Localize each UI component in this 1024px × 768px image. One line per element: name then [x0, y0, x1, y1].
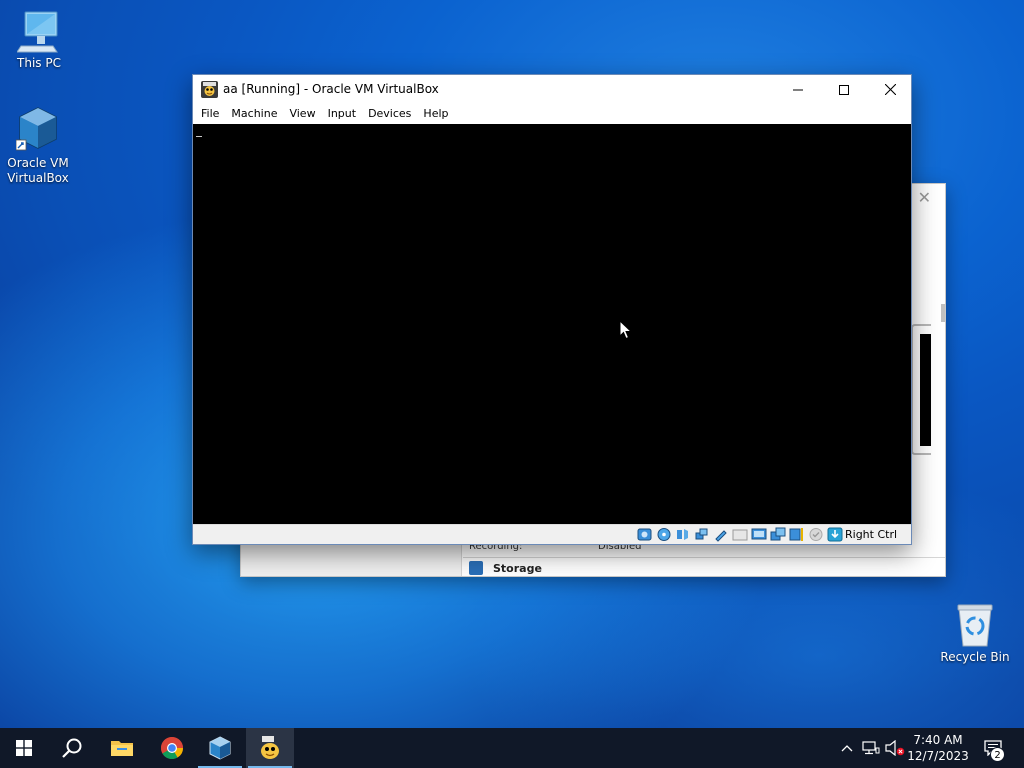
menu-input[interactable]: Input [322, 104, 362, 124]
shared-folders-icon[interactable] [732, 527, 748, 542]
desktop-icon-recycle-bin[interactable]: Recycle Bin [937, 602, 1013, 665]
chrome-button[interactable] [148, 728, 196, 768]
virtualbox-manager-button[interactable] [196, 728, 244, 768]
virtualbox-vm-icon [201, 81, 218, 98]
storage-label: Storage [493, 562, 542, 575]
network-icon [862, 741, 880, 755]
screen-capture-icon[interactable] [770, 527, 786, 542]
chrome-icon [161, 737, 183, 759]
virtualbox-vm-button[interactable] [246, 728, 294, 768]
volume-muted-icon [885, 740, 905, 756]
audio-icon[interactable] [675, 527, 691, 542]
computer-icon [17, 11, 58, 53]
virtualbox-manager-icon [209, 736, 231, 760]
desktop-icon-label: This PC [17, 56, 61, 70]
volume-tray-button[interactable] [884, 728, 906, 768]
clock-date: 12/7/2023 [907, 749, 969, 763]
text-cursor [196, 136, 202, 137]
close-icon [884, 84, 896, 95]
recording-icon[interactable] [789, 527, 805, 542]
desktop-icon-this-pc[interactable]: This PC [1, 10, 77, 71]
vm-window[interactable]: aa [Running] - Oracle VM VirtualBox File… [192, 74, 912, 545]
menu-machine[interactable]: Machine [225, 104, 283, 124]
display-icon[interactable] [751, 527, 767, 542]
network-tray-button[interactable] [860, 728, 882, 768]
scrollbar[interactable] [941, 304, 945, 322]
start-button[interactable] [0, 728, 48, 768]
chevron-up-icon [841, 745, 853, 752]
desktop-icon-label: Oracle VM VirtualBox [7, 156, 69, 185]
file-explorer-button[interactable] [98, 728, 146, 768]
minimize-button[interactable] [775, 75, 821, 104]
maximize-button[interactable] [821, 75, 867, 104]
desktop-icon-virtualbox[interactable]: Oracle VM VirtualBox [0, 106, 76, 186]
search-button[interactable] [48, 728, 96, 768]
search-icon [62, 738, 82, 758]
cpu-icon[interactable] [808, 527, 824, 542]
maximize-icon [839, 84, 849, 95]
network-icon[interactable] [694, 527, 710, 542]
recycle-bin-icon [957, 604, 993, 647]
notification-count-badge: 2 [990, 747, 1005, 762]
file-explorer-icon [111, 741, 133, 756]
show-hidden-icons-button[interactable] [838, 728, 856, 768]
virtualbox-vm-icon [261, 736, 279, 759]
storage-section-header[interactable]: Storage [463, 557, 945, 578]
status-bar: Right Ctrl [193, 524, 911, 544]
virtualbox-icon [16, 107, 57, 151]
minimize-icon [793, 89, 803, 90]
close-icon[interactable]: ✕ [918, 188, 931, 207]
storage-icon [469, 561, 483, 575]
menu-file[interactable]: File [195, 104, 225, 124]
usb-icon[interactable] [713, 527, 729, 542]
menu-devices[interactable]: Devices [362, 104, 417, 124]
mouse-pointer-icon [619, 320, 633, 340]
clock[interactable]: 7:40 AM 12/7/2023 [906, 732, 970, 764]
title-bar[interactable]: aa [Running] - Oracle VM VirtualBox [193, 75, 911, 104]
menu-view[interactable]: View [283, 104, 321, 124]
optical-drive-icon[interactable] [656, 527, 672, 542]
clock-time: 7:40 AM [913, 733, 963, 747]
window-title: aa [Running] - Oracle VM VirtualBox [223, 82, 439, 96]
preview-screen [920, 334, 931, 446]
host-key-label: Right Ctrl [845, 528, 898, 541]
mouse-integration-icon[interactable] [827, 527, 843, 542]
taskbar: 7:40 AM 12/7/2023 [0, 728, 1024, 768]
close-button[interactable] [867, 75, 913, 104]
menu-bar: File Machine View Input Devices Help [193, 104, 911, 124]
start-icon [16, 740, 32, 756]
hard-disk-icon[interactable] [637, 527, 653, 542]
vm-display[interactable] [193, 124, 911, 524]
menu-help[interactable]: Help [417, 104, 454, 124]
desktop-icon-label: Recycle Bin [940, 650, 1010, 664]
